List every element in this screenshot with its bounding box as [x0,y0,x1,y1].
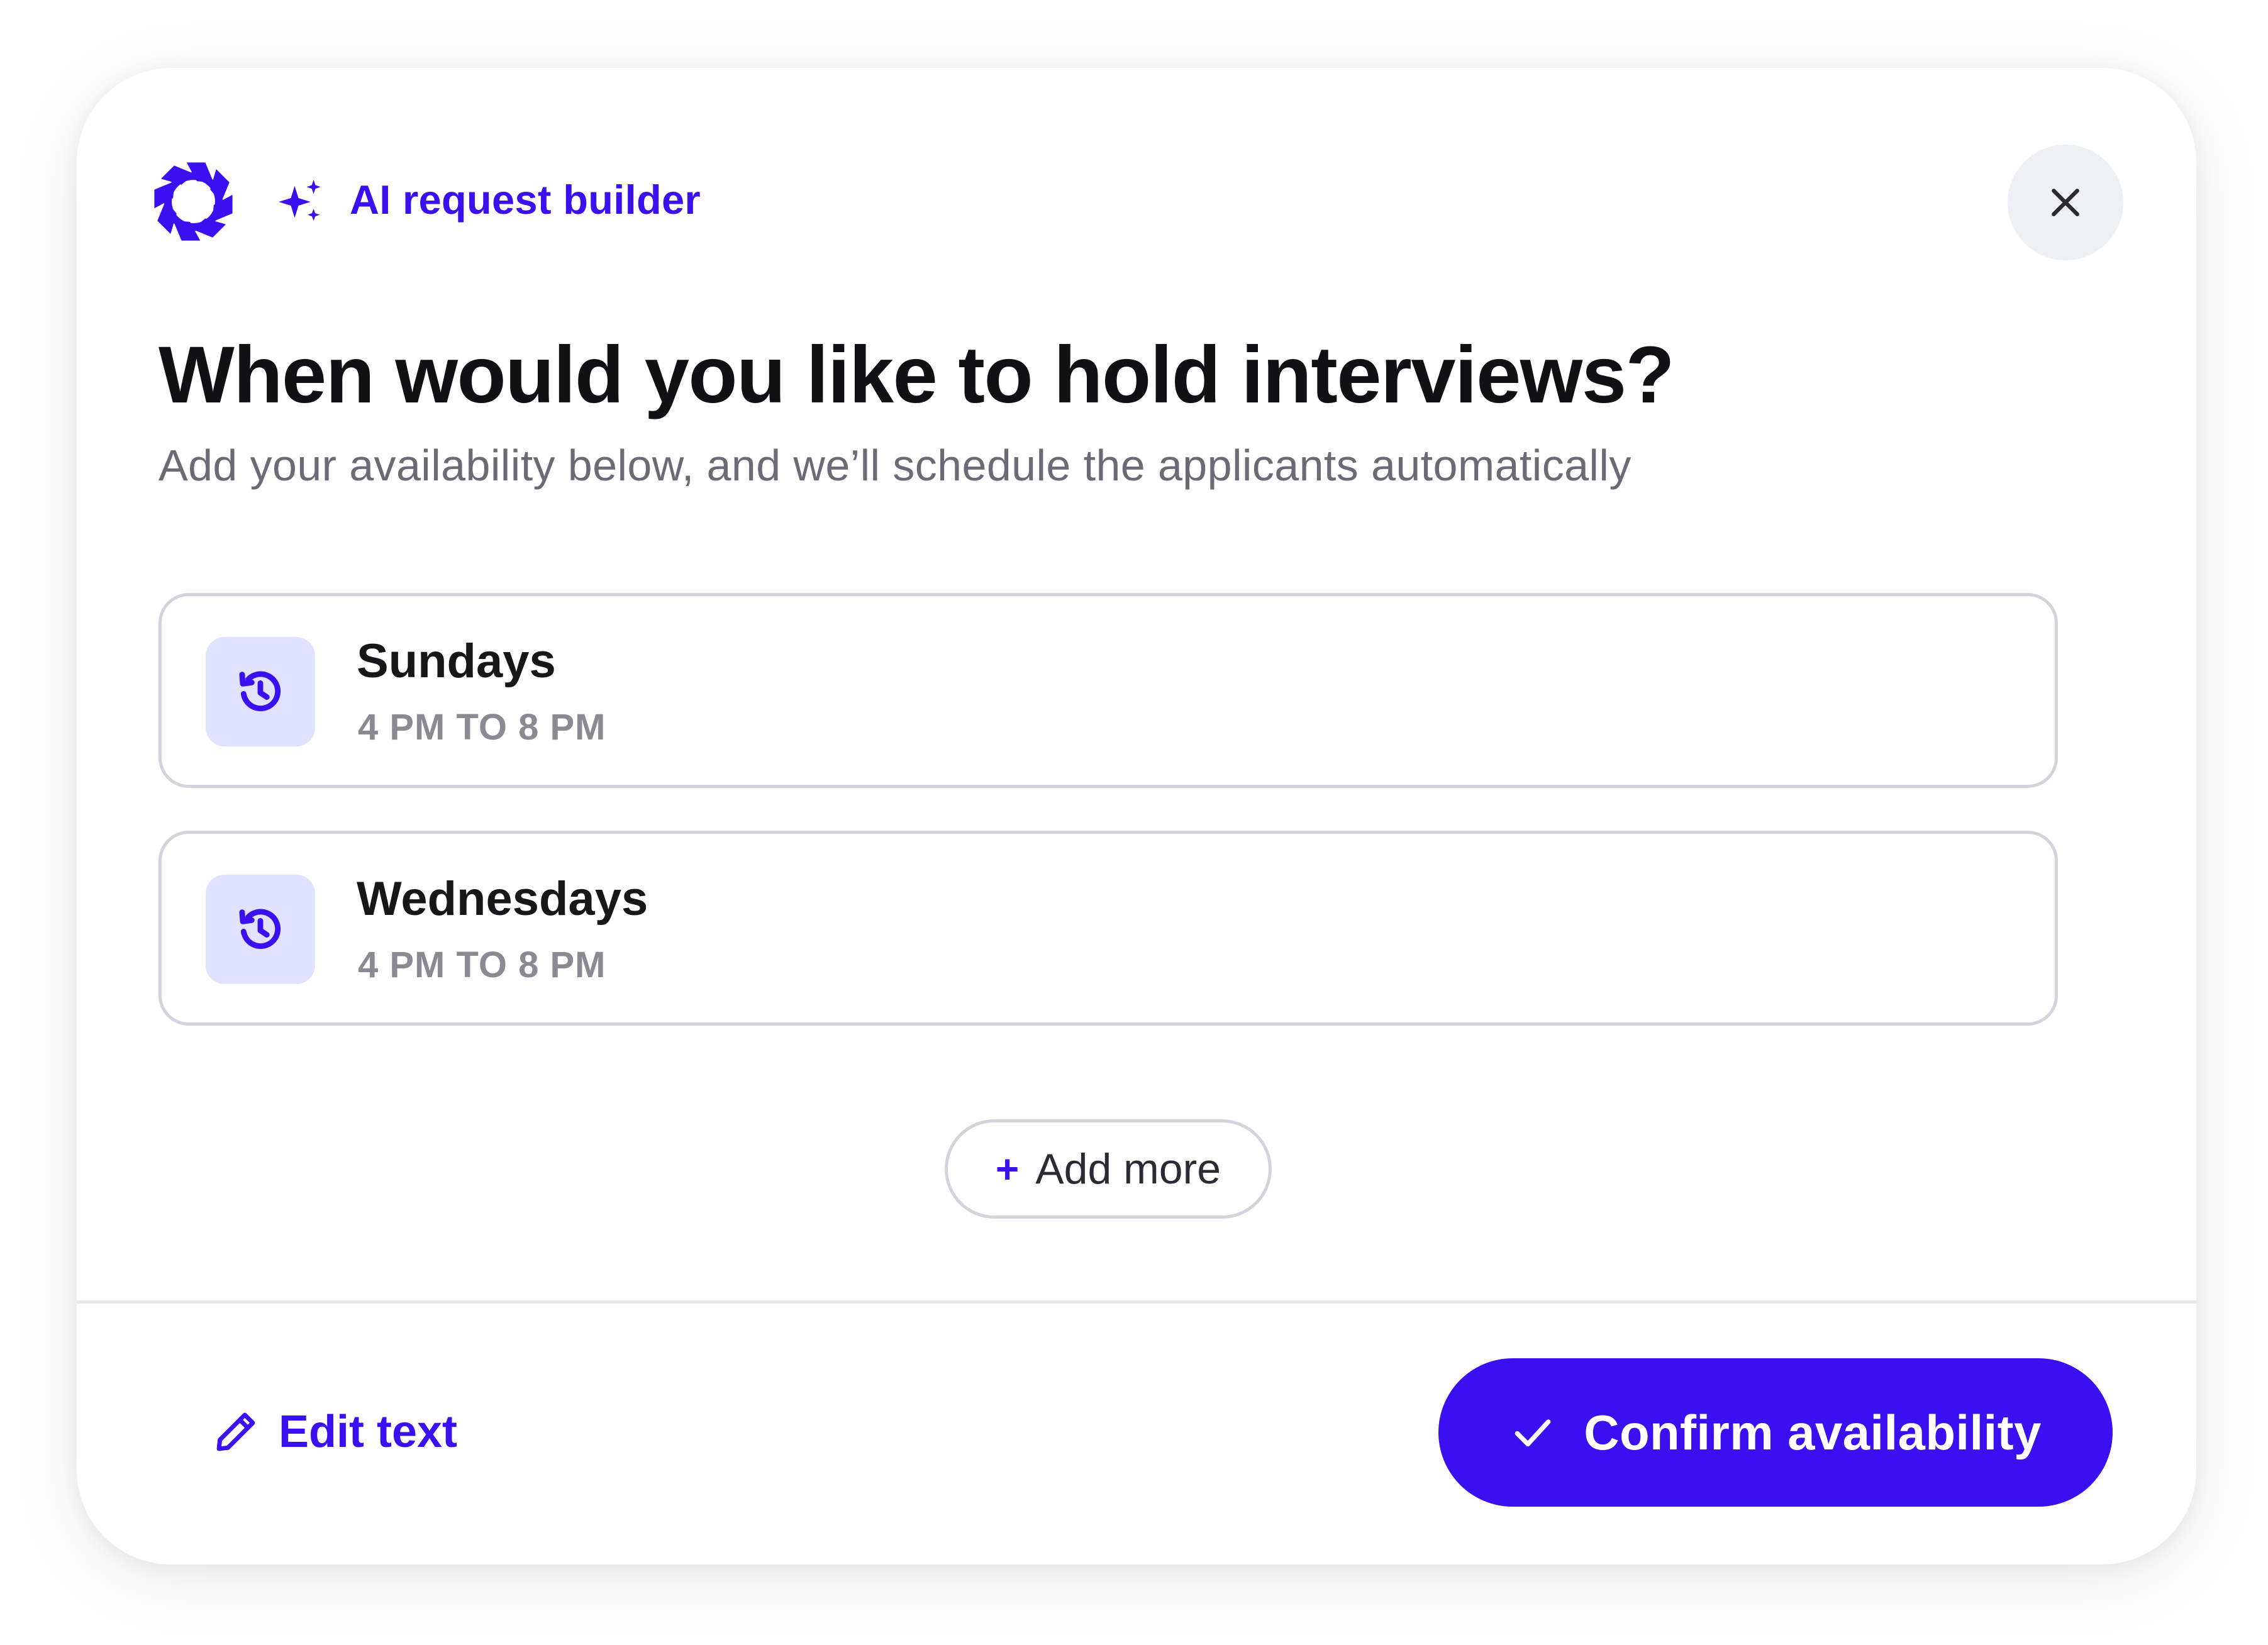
footer-divider [77,1300,2196,1304]
dialog-header-title: AI request builder [350,177,701,223]
add-more-button[interactable]: + Add more [945,1119,1272,1219]
slot-day: Wednesdays [357,872,648,926]
edit-text-label: Edit text [279,1407,458,1457]
slot-time: 4 PM TO 8 PM [358,944,606,985]
brand-logo-icon [151,159,236,244]
sparkle-icon [277,178,325,226]
add-more-label: Add more [1035,1145,1221,1193]
edit-text-button[interactable]: Edit text [212,1406,457,1458]
check-icon [1515,1419,1551,1447]
page-subtitle: Add your availability below, and we’ll s… [158,441,1632,490]
history-clock-icon [239,909,281,950]
history-clock-icon [239,671,281,712]
page-title: When would you like to hold interviews? [158,330,1675,420]
confirm-availability-button[interactable]: Confirm availability [1438,1358,2113,1507]
close-button[interactable] [2008,145,2123,260]
ai-request-builder-dialog: AI request builder When would you like t… [77,68,2196,1565]
slot-icon-tile [206,875,315,984]
close-icon [2052,189,2079,216]
availability-slot-wednesdays[interactable]: Wednesdays 4 PM TO 8 PM [158,831,2058,1026]
confirm-availability-label: Confirm availability [1584,1404,2042,1460]
plus-icon: + [995,1146,1020,1192]
availability-slot-sundays[interactable]: Sundays 4 PM TO 8 PM [158,593,2058,788]
page-background: AI request builder When would you like t… [0,0,2268,1645]
slot-time: 4 PM TO 8 PM [358,707,606,748]
slot-icon-tile [206,637,315,746]
pencil-icon [216,1412,255,1451]
slot-day: Sundays [357,634,556,688]
